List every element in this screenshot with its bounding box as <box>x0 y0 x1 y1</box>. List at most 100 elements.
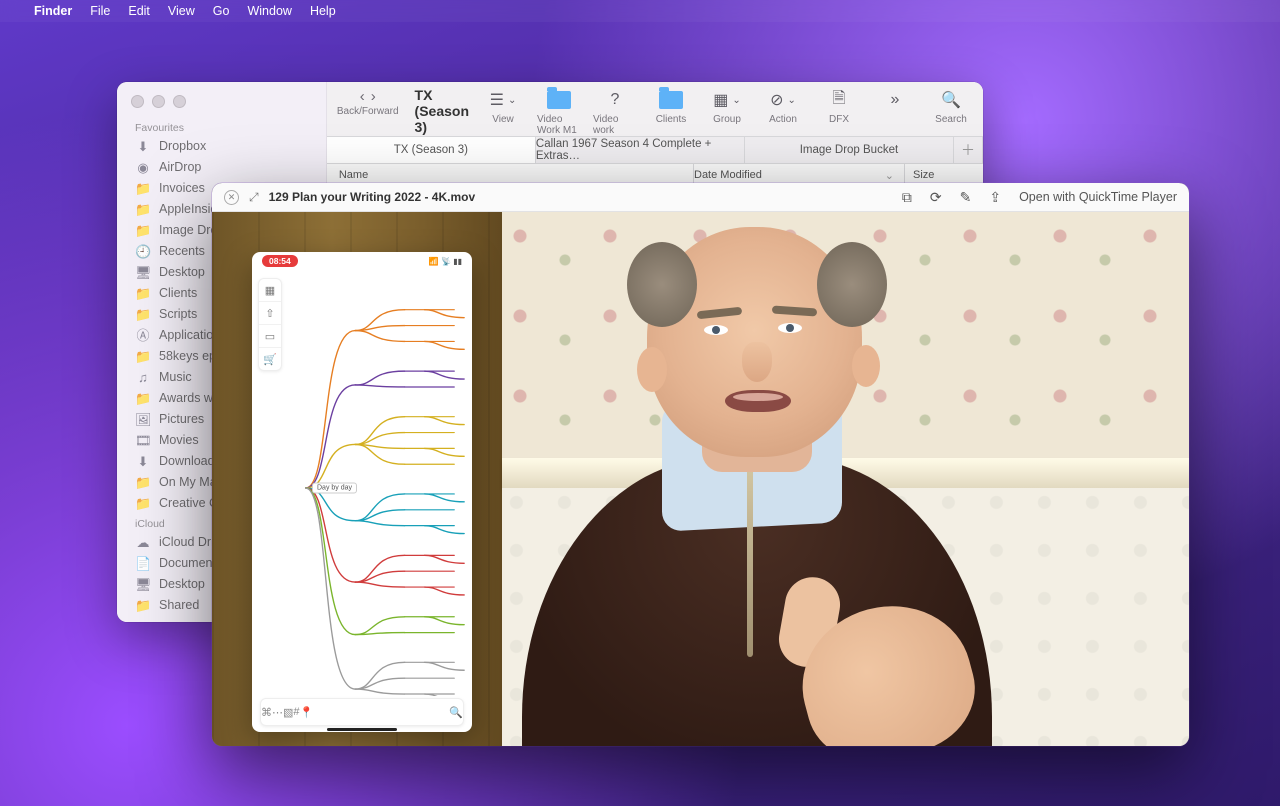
folder-icon <box>547 91 571 109</box>
awards-icon: 📁 <box>135 391 151 406</box>
toolbar-view[interactable]: ☰ ⌄ View <box>481 86 525 125</box>
toolbar-label: Group <box>713 114 741 125</box>
minimize-icon[interactable] <box>152 95 165 108</box>
menu-file[interactable]: File <box>90 4 110 18</box>
sidebar-item-label: Invoices <box>159 181 205 196</box>
desktop-icloud-icon: 🖥 <box>135 577 151 592</box>
menu-window[interactable]: Window <box>247 4 291 18</box>
doc-icon: ▭ <box>259 325 281 348</box>
sidebar-item-label: Shared <box>159 598 199 613</box>
quicklook-window[interactable]: ✕ ⤢ 129 Plan your Writing 2022 - 4K.mov … <box>212 183 1189 746</box>
status-icons: 📶 📡 ▮▮ <box>429 257 462 266</box>
mindmap-root: Day by day <box>312 483 357 494</box>
phone-side-tools: ▦ ⇧ ▭ 🛒 <box>258 278 282 371</box>
toolbar-more[interactable]: » <box>873 86 917 125</box>
sidebar-item-label: Desktop <box>159 265 205 280</box>
movies-icon: 🎞 <box>135 433 151 448</box>
menu-view[interactable]: View <box>168 4 195 18</box>
zoom-icon[interactable] <box>173 95 186 108</box>
toolbar-video-work[interactable]: ? Video work <box>593 86 637 136</box>
sidebar-item-dropbox[interactable]: ⬇︎ Dropbox <box>117 136 326 157</box>
window-traffic-lights[interactable] <box>131 95 186 108</box>
active-app-name[interactable]: Finder <box>34 4 72 18</box>
finder-toolbar: ‹ › Back/Forward TX (Season 3) ☰ ⌄ View V… <box>327 82 983 137</box>
menu-help[interactable]: Help <box>310 4 336 18</box>
chevron-left-icon[interactable]: ‹ <box>360 88 365 105</box>
gear-icon: ⊘ <box>770 90 783 110</box>
icloud-drive-icon: ☁︎ <box>135 535 151 550</box>
recents-icon: 🕘 <box>135 244 151 259</box>
tab-label: Callan 1967 Season 4 Complete + Extras… <box>536 138 744 162</box>
markup-icon[interactable]: ✎ <box>960 189 972 206</box>
toolbar-label: Video work <box>593 114 637 136</box>
music-icon: ♫ <box>135 370 151 385</box>
tab-1[interactable]: Callan 1967 Season 4 Complete + Extras… <box>536 137 745 163</box>
nav-label: Back/Forward <box>337 106 399 117</box>
doc-icon: 🗎 <box>833 87 846 114</box>
rotate-icon[interactable]: ⟳ <box>930 189 942 206</box>
sidebar-item-airdrop[interactable]: ◉ AirDrop <box>117 157 326 178</box>
list-icon: ☰ <box>490 90 504 110</box>
dropbox-icon: ⬇︎ <box>135 139 151 154</box>
toolbar-group[interactable]: ▦⌄ Group <box>705 86 749 125</box>
chevron-down-icon: ⌄ <box>885 169 894 182</box>
quicklook-titlebar[interactable]: ✕ ⤢ 129 Plan your Writing 2022 - 4K.mov … <box>212 183 1189 212</box>
toolbar-video-work-m1[interactable]: Video Work M1 <box>537 86 581 136</box>
tab-label: Image Drop Bucket <box>800 144 898 156</box>
chevron-right-icon[interactable]: › <box>371 88 376 105</box>
close-icon[interactable]: ✕ <box>224 190 239 205</box>
cart-icon: 🛒 <box>259 348 281 370</box>
quicklook-content[interactable]: 08:54 📶 📡 ▮▮ ▦ ⇧ ▭ 🛒 Day by day ⌘ <box>212 212 1189 746</box>
toolbar-label: Action <box>769 114 797 125</box>
sidebar-item-label: Movies <box>159 433 199 448</box>
video-frame[interactable]: 08:54 📶 📡 ▮▮ ▦ ⇧ ▭ 🛒 Day by day ⌘ <box>212 212 1189 746</box>
open-with-button[interactable]: Open with QuickTime Player <box>1019 190 1177 204</box>
image-icon: ▧ <box>283 706 293 719</box>
sidebar-item-label: Clients <box>159 286 197 301</box>
search-icon: 🔍 <box>449 706 463 719</box>
phone-overlay: 08:54 📶 📡 ▮▮ ▦ ⇧ ▭ 🛒 Day by day ⌘ <box>252 252 472 732</box>
tab-label: TX (Season 3) <box>394 144 468 156</box>
menu-edit[interactable]: Edit <box>128 4 150 18</box>
tab-2[interactable]: Image Drop Bucket <box>745 137 954 163</box>
share-icon: ⇧ <box>259 302 281 325</box>
toolbar-search[interactable]: 🔍 Search <box>929 86 973 125</box>
downloads-icon: ⬇︎ <box>135 454 151 469</box>
tab-0[interactable]: TX (Season 3) <box>327 137 536 163</box>
toolbar-view-label: View <box>492 114 514 125</box>
close-icon[interactable] <box>131 95 144 108</box>
folder-icon <box>659 91 683 109</box>
recording-pill: 08:54 <box>262 255 298 267</box>
58keys-icon: 📁 <box>135 349 151 364</box>
quicklook-filename: 129 Plan your Writing 2022 - 4K.mov <box>269 190 476 204</box>
sidebar-item-label: Desktop <box>159 577 205 592</box>
applications-icon: Ⓐ <box>135 328 151 343</box>
finder-tabbar[interactable]: TX (Season 3) Callan 1967 Season 4 Compl… <box>327 137 983 164</box>
toolbar-label: DFX <box>829 114 849 125</box>
sidebar-item-label: Dropbox <box>159 139 206 154</box>
airdrop-icon: ◉ <box>135 160 151 175</box>
sidebar-item-label: Recents <box>159 244 205 259</box>
appleinsider-icon: 📁 <box>135 202 151 217</box>
tab-add[interactable]: ＋ <box>954 137 983 163</box>
chevron-down-icon: ⌄ <box>508 95 516 106</box>
search-icon: 🔍 <box>941 90 961 110</box>
shared-icon: 📁 <box>135 598 151 613</box>
phone-bottom-toolbar: ⌘ ⋯ ▧ # 📍 🔍 <box>260 698 464 726</box>
window-title: TX (Season 3) <box>415 87 469 135</box>
toolbar-label: Video Work M1 <box>537 114 581 136</box>
share-icon[interactable]: ⇪ <box>989 189 1001 206</box>
menu-go[interactable]: Go <box>213 4 230 18</box>
toolbar-label: Search <box>935 114 967 125</box>
sidebar-item-label: AirDrop <box>159 160 201 175</box>
desktop-icon: 🖥 <box>135 265 151 280</box>
expand-icon[interactable]: ⤢ <box>249 190 259 205</box>
toolbar-action[interactable]: ⊘⌄ Action <box>761 86 805 125</box>
phone-status-bar: 08:54 📶 📡 ▮▮ <box>252 252 472 270</box>
menubar[interactable]: Finder File Edit View Go Window Help <box>0 0 1280 22</box>
pip-icon[interactable]: ⧉ <box>902 189 912 206</box>
toolbar-dfx[interactable]: 🗎 DFX <box>817 86 861 125</box>
grid-icon: ▦ <box>259 279 281 302</box>
nav-back-forward[interactable]: ‹ › Back/Forward <box>337 86 399 117</box>
toolbar-clients[interactable]: Clients <box>649 86 693 125</box>
